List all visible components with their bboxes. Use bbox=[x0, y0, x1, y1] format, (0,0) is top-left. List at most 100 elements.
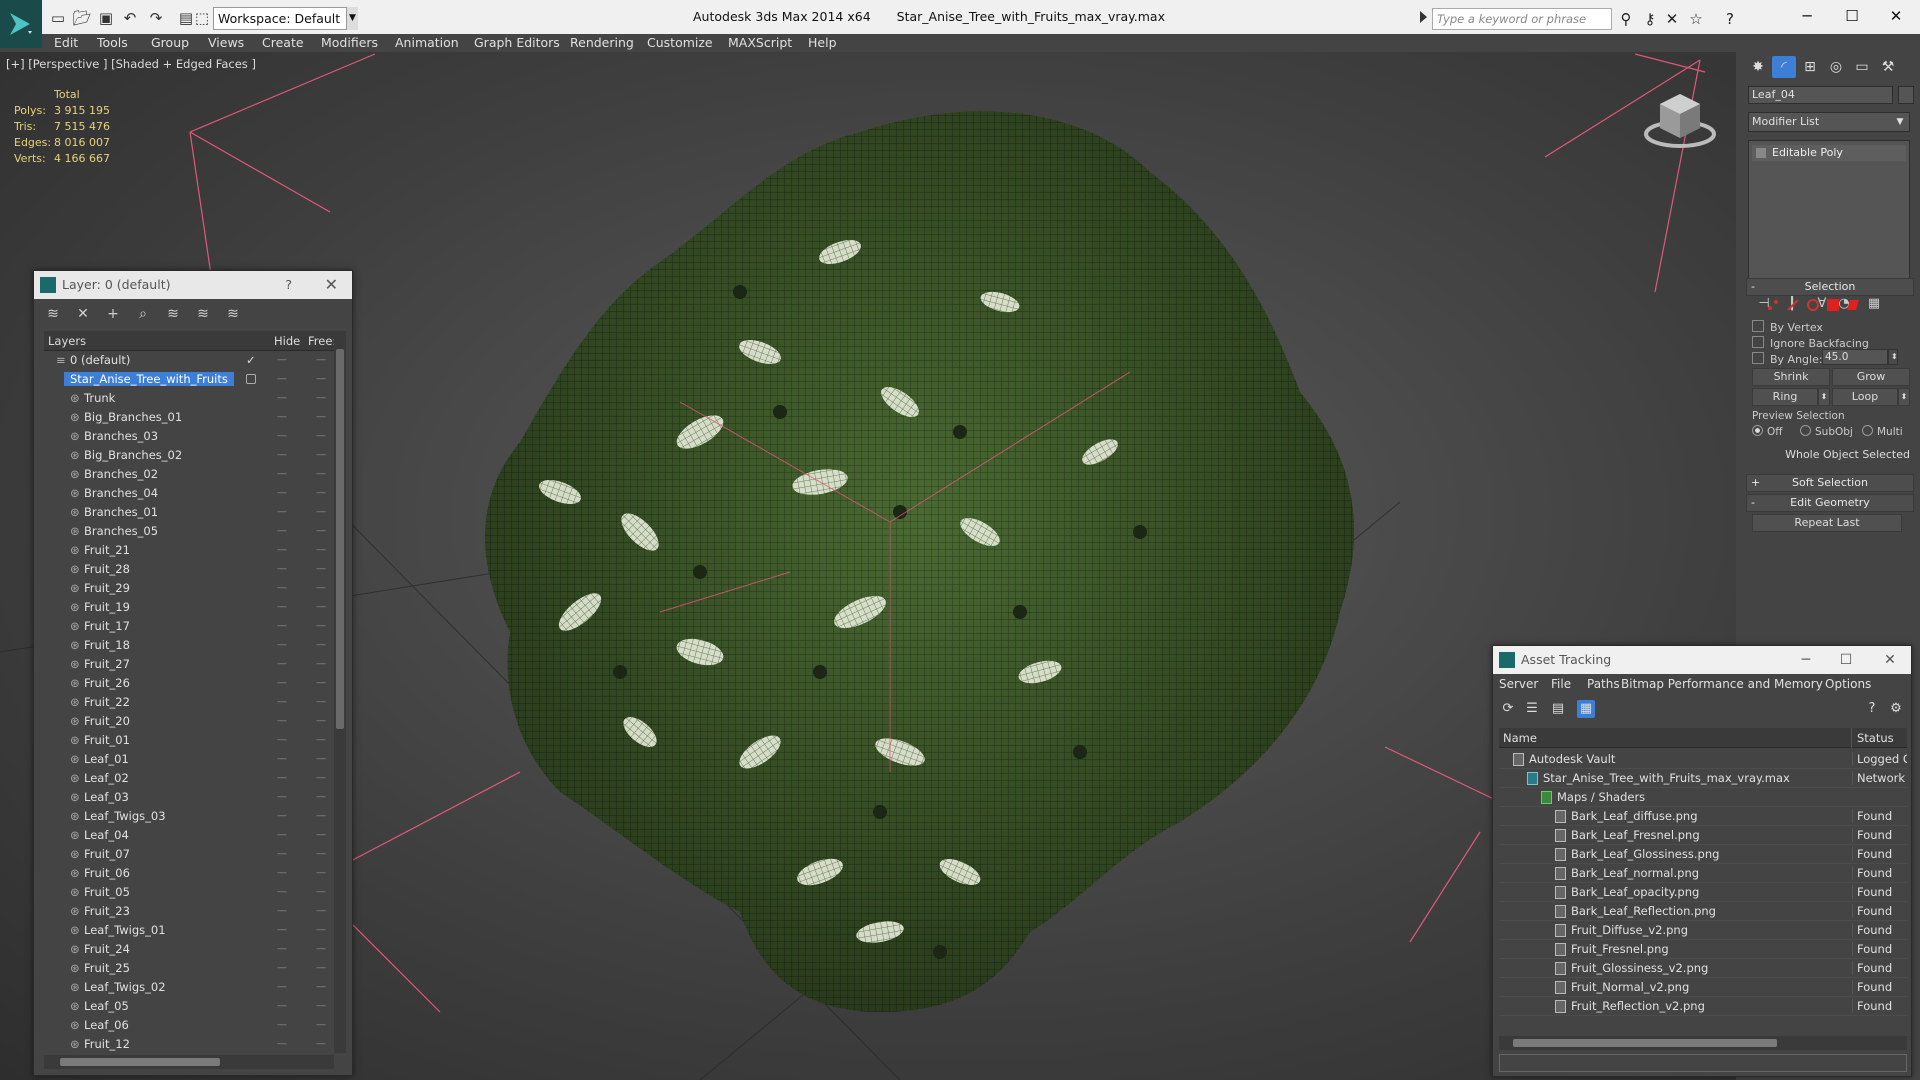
asset-dialog-titlebar[interactable]: Asset Tracking ─ ☐ ✕ bbox=[1493, 646, 1911, 674]
freeze-toggle[interactable]: ---- bbox=[316, 488, 326, 498]
hide-toggle[interactable]: ---- bbox=[277, 811, 287, 821]
shrink-button[interactable]: Shrink bbox=[1752, 368, 1830, 386]
freeze-toggle[interactable]: ---- bbox=[316, 754, 326, 764]
freeze-toggle[interactable]: ---- bbox=[316, 431, 326, 441]
close-icon[interactable]: ✕ bbox=[1876, 4, 1916, 28]
object-row[interactable]: ⊛ Leaf_Twigs_02 ---- ---- bbox=[44, 978, 334, 997]
modify-tab-icon[interactable]: ◜ bbox=[1772, 56, 1796, 78]
display-tab-icon[interactable]: ▭ bbox=[1850, 56, 1874, 78]
delete-layer-icon[interactable]: ✕ bbox=[74, 305, 92, 323]
repeat-last-button[interactable]: Repeat Last bbox=[1752, 514, 1902, 532]
close-icon[interactable]: ✕ bbox=[325, 271, 338, 299]
asset-row[interactable]: Maps / Shaders bbox=[1499, 788, 1907, 807]
edge-mode-icon[interactable] bbox=[1786, 298, 1800, 312]
vertex-mode-icon[interactable] bbox=[1766, 298, 1780, 312]
freeze-toggle[interactable]: ---- bbox=[316, 697, 326, 707]
loop-spinner-icon[interactable]: ⬍ bbox=[1898, 388, 1910, 406]
hide-toggle[interactable]: ---- bbox=[277, 393, 287, 403]
object-row[interactable]: ⊛ Leaf_04 ---- ---- bbox=[44, 826, 334, 845]
hide-toggle[interactable]: ---- bbox=[277, 925, 287, 935]
freeze-toggle[interactable]: ---- bbox=[316, 602, 326, 612]
close-icon[interactable]: ✕ bbox=[1875, 646, 1905, 674]
object-row[interactable]: ⊛ Branches_04 ---- ---- bbox=[44, 484, 334, 503]
modifier-list-dropdown[interactable]: Modifier List ▼ bbox=[1748, 112, 1910, 132]
asset-path-field[interactable] bbox=[1499, 1054, 1907, 1072]
layer-horizontal-scrollbar[interactable] bbox=[44, 1055, 334, 1069]
object-row[interactable]: ⊛ Fruit_28 ---- ---- bbox=[44, 560, 334, 579]
create-layer-icon[interactable]: ≋ bbox=[44, 305, 62, 323]
object-row[interactable]: ⊛ Fruit_20 ---- ---- bbox=[44, 712, 334, 731]
asset-row[interactable]: Fruit_Reflection_v2.png Found bbox=[1499, 997, 1907, 1016]
menu-animation[interactable]: Animation bbox=[395, 35, 459, 50]
asset-horizontal-scrollbar[interactable] bbox=[1499, 1036, 1907, 1050]
freeze-toggle[interactable]: ---- bbox=[316, 640, 326, 650]
object-name-field[interactable]: Leaf_04 bbox=[1748, 86, 1893, 104]
asset-row[interactable]: Fruit_Diffuse_v2.png Found bbox=[1499, 921, 1907, 940]
hide-all-icon[interactable]: ≋ bbox=[194, 305, 212, 323]
save-file-icon[interactable]: ▣ bbox=[96, 8, 116, 28]
hide-toggle[interactable]: ---- bbox=[277, 602, 287, 612]
object-row[interactable]: ⊛ Fruit_17 ---- ---- bbox=[44, 617, 334, 636]
object-row[interactable]: ⊛ Big_Branches_02 ---- ---- bbox=[44, 446, 334, 465]
hide-toggle[interactable]: ---- bbox=[277, 1001, 287, 1011]
hide-toggle[interactable]: ---- bbox=[277, 963, 287, 973]
asset-row[interactable]: Fruit_Glossiness_v2.png Found bbox=[1499, 959, 1907, 978]
object-row[interactable]: ⊛ Fruit_12 ---- ---- bbox=[44, 1035, 334, 1051]
binoculars-icon[interactable]: ⚲ bbox=[1616, 9, 1636, 29]
object-row[interactable]: ⊛ Trunk ---- ---- bbox=[44, 389, 334, 408]
menu-maxscript[interactable]: MAXScript bbox=[728, 35, 792, 50]
loop-button[interactable]: Loop bbox=[1832, 388, 1898, 406]
object-row[interactable]: ⊛ Big_Branches_01 ---- ---- bbox=[44, 408, 334, 427]
menu-rendering[interactable]: Rendering bbox=[570, 35, 634, 50]
asset-row[interactable]: Fruit_Normal_v2.png Found bbox=[1499, 978, 1907, 997]
by-angle-checkbox[interactable]: By Angle: bbox=[1752, 352, 1823, 366]
utilities-tab-icon[interactable]: ⚒ bbox=[1876, 56, 1900, 78]
object-row[interactable]: ⊛ Leaf_01 ---- ---- bbox=[44, 750, 334, 769]
viewcube-icon[interactable] bbox=[1640, 82, 1720, 152]
refresh-icon[interactable]: ⟳ bbox=[1499, 700, 1517, 718]
ring-spinner-icon[interactable]: ⬍ bbox=[1818, 388, 1830, 406]
layer-dialog-titlebar[interactable]: Layer: 0 (default) ? ✕ bbox=[34, 271, 352, 299]
freeze-toggle[interactable]: ---- bbox=[316, 450, 326, 460]
freeze-toggle[interactable]: ---- bbox=[316, 716, 326, 726]
element-mode-icon[interactable] bbox=[1846, 298, 1860, 312]
hide-toggle[interactable]: ---- bbox=[277, 906, 287, 916]
asset-row[interactable]: Bark_Leaf_normal.png Found bbox=[1499, 864, 1907, 883]
menu-views[interactable]: Views bbox=[208, 35, 244, 50]
freeze-toggle[interactable]: ---- bbox=[316, 621, 326, 631]
asset-row[interactable]: Bark_Leaf_opacity.png Found bbox=[1499, 883, 1907, 902]
options-icon[interactable]: ⚙ bbox=[1887, 700, 1905, 718]
angle-spinner-arrows-icon[interactable]: ⬍ bbox=[1888, 349, 1898, 365]
hide-toggle[interactable]: ---- bbox=[277, 982, 287, 992]
help-icon[interactable]: ? bbox=[285, 271, 292, 299]
hide-toggle[interactable]: ---- bbox=[277, 830, 287, 840]
maximize-icon[interactable]: ☐ bbox=[1832, 4, 1872, 28]
undo-icon[interactable]: ↶ bbox=[120, 8, 140, 28]
hide-toggle[interactable]: ---- bbox=[277, 716, 287, 726]
hide-toggle[interactable]: ---- bbox=[277, 545, 287, 555]
object-row[interactable]: ⊛ Branches_01 ---- ---- bbox=[44, 503, 334, 522]
preview-off-radio[interactable]: Off bbox=[1752, 425, 1783, 438]
table-view-icon[interactable]: ▦ bbox=[1577, 700, 1595, 718]
freeze-toggle[interactable]: ---- bbox=[316, 925, 326, 935]
col-hide[interactable]: Hide bbox=[274, 334, 300, 348]
list-view-icon[interactable]: ☰ bbox=[1523, 700, 1541, 718]
chevron-down-icon[interactable]: ▼ bbox=[346, 7, 358, 30]
col-layers[interactable]: Layers bbox=[48, 334, 86, 348]
select-objects-icon[interactable]: ⌕ bbox=[134, 305, 152, 323]
preview-multi-radio[interactable]: Multi bbox=[1862, 425, 1903, 438]
detail-view-icon[interactable]: ▤ bbox=[1549, 700, 1567, 718]
angle-spinner[interactable]: 45.0 bbox=[1822, 349, 1888, 365]
asset-menu-paths[interactable]: Paths bbox=[1587, 677, 1620, 691]
col-name[interactable]: Name bbox=[1503, 731, 1537, 745]
freeze-toggle[interactable]: ---- bbox=[316, 735, 326, 745]
viewport-label[interactable]: [+] [Perspective ] [Shaded + Edged Faces… bbox=[6, 57, 256, 71]
hide-toggle[interactable]: ---- bbox=[277, 355, 287, 365]
freeze-toggle[interactable]: ---- bbox=[316, 1039, 326, 1049]
asset-row[interactable]: Star_Anise_Tree_with_Fruits_max_vray.max… bbox=[1499, 769, 1907, 788]
hide-toggle[interactable]: ---- bbox=[277, 374, 287, 384]
freeze-toggle[interactable]: ---- bbox=[316, 773, 326, 783]
hide-toggle[interactable]: ---- bbox=[277, 792, 287, 802]
open-file-icon[interactable]: 📂︎ bbox=[72, 8, 92, 28]
selection-rollout[interactable]: - Selection bbox=[1746, 278, 1914, 296]
